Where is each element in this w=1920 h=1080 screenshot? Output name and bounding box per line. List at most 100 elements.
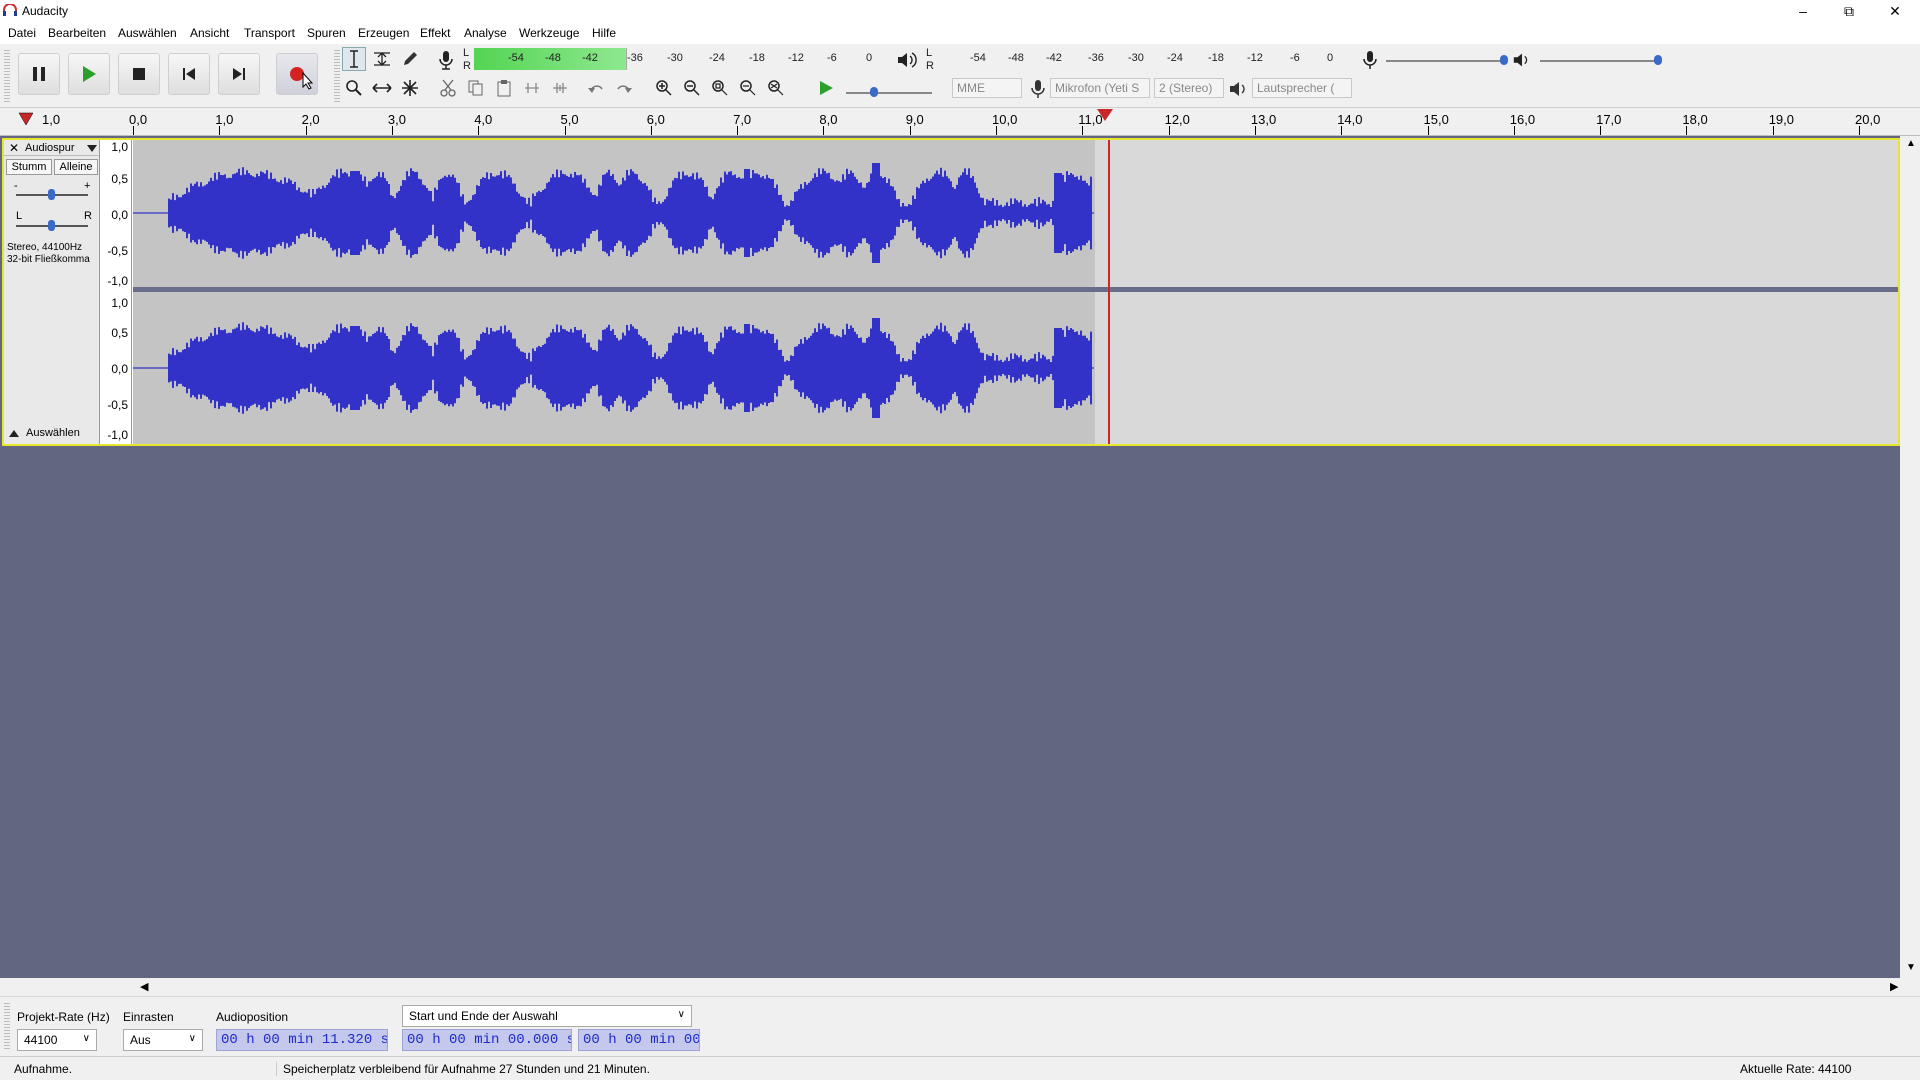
envelope-tool-button[interactable] xyxy=(370,47,394,71)
mute-button[interactable]: Stumm xyxy=(6,159,52,175)
draw-tool-button[interactable] xyxy=(398,47,422,71)
stop-button[interactable] xyxy=(118,53,160,95)
multi-tool-button[interactable] xyxy=(398,76,422,100)
silence-button[interactable] xyxy=(548,76,572,100)
skip-to-end-button[interactable] xyxy=(218,53,260,95)
scroll-right-icon[interactable]: ▶ xyxy=(1890,980,1898,993)
menu-transport[interactable]: Transport xyxy=(244,26,295,40)
fit-selection-button[interactable] xyxy=(708,76,732,100)
timeline-options-icon[interactable] xyxy=(18,112,34,126)
close-window-button[interactable]: ✕ xyxy=(1872,0,1918,22)
window-title: Audacity xyxy=(22,4,69,18)
timeline-ruler[interactable]: 1,0 0,0 1,0 2,0 3,0 4,0 5,0 6,0 7,0 8,0 9,0 10,0 11… xyxy=(0,108,1920,136)
fit-project-button[interactable] xyxy=(736,76,760,100)
menu-auswaehlen[interactable]: Auswählen xyxy=(118,26,177,40)
menu-ansicht[interactable]: Ansicht xyxy=(190,26,229,40)
double-arrow-icon xyxy=(372,83,392,93)
track-name-menu[interactable]: Audiospur xyxy=(25,142,75,154)
track-close-icon[interactable]: ✕ xyxy=(9,141,19,155)
menu-datei[interactable]: Datei xyxy=(8,26,36,40)
input-volume-thumb[interactable] xyxy=(1500,55,1508,65)
snap-select[interactable]: Aus ∨ xyxy=(123,1029,203,1051)
cut-button[interactable] xyxy=(436,76,460,100)
meter-tick: -54 xyxy=(508,52,524,64)
ruler-tick: 20,0 xyxy=(1855,112,1881,127)
menu-analyse[interactable]: Analyse xyxy=(464,26,507,40)
waveform-display[interactable] xyxy=(133,140,1898,444)
ruler-tick-mark xyxy=(1686,126,1688,135)
output-volume-thumb[interactable] xyxy=(1654,55,1662,65)
output-volume-slider[interactable] xyxy=(1540,60,1660,62)
track-select-button[interactable]: Auswählen xyxy=(6,426,90,442)
pause-icon xyxy=(33,67,45,81)
vertical-scrollbar[interactable]: ▲ ▼ xyxy=(1902,136,1920,978)
menu-effekt[interactable]: Effekt xyxy=(420,26,450,40)
scroll-left-icon[interactable]: ◀ xyxy=(140,980,148,993)
menu-bearbeiten[interactable]: Bearbeiten xyxy=(48,26,106,40)
menu-hilfe[interactable]: Hilfe xyxy=(592,26,616,40)
microphone-icon[interactable] xyxy=(437,50,455,70)
toolbar-grip[interactable] xyxy=(4,50,10,102)
trim-button[interactable] xyxy=(520,76,544,100)
ruler-tick: 17,0 xyxy=(1596,112,1622,127)
output-device-dropdown[interactable]: Lautsprecher ( xyxy=(1252,78,1352,98)
status-bar: Aufnahme. Speicherplatz verbleibend für … xyxy=(0,1056,1920,1080)
stop-icon xyxy=(133,68,145,80)
input-device-dropdown[interactable]: Mikrofon (Yeti S xyxy=(1050,78,1150,98)
toolbar-grip[interactable] xyxy=(334,50,340,102)
selection-tool-button[interactable] xyxy=(342,47,366,71)
zoom-out-button[interactable] xyxy=(680,76,704,100)
project-rate-select[interactable]: 44100 ∨ xyxy=(17,1029,97,1051)
track-menu-chevron-down-icon[interactable] xyxy=(87,145,97,152)
pan-slider-thumb[interactable] xyxy=(48,220,55,231)
copy-button[interactable] xyxy=(464,76,488,100)
zoom-toggle-button[interactable] xyxy=(764,76,788,100)
playhead-marker[interactable] xyxy=(1096,108,1114,122)
mouse-cursor-icon xyxy=(302,72,314,90)
zoom-in-button[interactable] xyxy=(652,76,676,100)
redo-button[interactable] xyxy=(612,76,636,100)
speaker-icon[interactable] xyxy=(896,50,918,70)
meter-tick: -12 xyxy=(788,52,804,64)
menu-erzeugen[interactable]: Erzeugen xyxy=(358,26,409,40)
undo-button[interactable] xyxy=(584,76,608,100)
restore-button[interactable]: ⧉ xyxy=(1826,0,1872,22)
scale-label: 0,0 xyxy=(111,208,128,222)
pause-button[interactable] xyxy=(18,53,60,95)
meter-left-channel-label: L xyxy=(926,47,933,59)
input-volume-slider[interactable] xyxy=(1386,60,1506,62)
play-button[interactable] xyxy=(68,53,110,95)
menu-werkzeuge[interactable]: Werkzeuge xyxy=(519,26,579,40)
menu-spuren[interactable]: Spuren xyxy=(307,26,346,40)
toolbar-grip[interactable] xyxy=(4,1003,10,1051)
scroll-up-icon[interactable]: ▲ xyxy=(1906,138,1916,149)
scroll-down-icon[interactable]: ▼ xyxy=(1906,962,1916,973)
playback-speed-thumb[interactable] xyxy=(870,87,878,97)
amplitude-scale[interactable]: 1,0 0,5 0,0 -0,5 -1,0 1,0 0,5 0,0 -0,5 -… xyxy=(100,140,132,444)
input-channels-dropdown[interactable]: 2 (Stereo) xyxy=(1154,78,1224,98)
paste-button[interactable] xyxy=(492,76,516,100)
audio-position-time[interactable]: 00 h 00 min 11.320 sec xyxy=(216,1029,388,1051)
skip-to-start-button[interactable] xyxy=(168,53,210,95)
gain-slider-thumb[interactable] xyxy=(48,189,55,200)
playback-speed-slider[interactable] xyxy=(846,92,932,94)
audio-host-dropdown[interactable]: MME xyxy=(952,78,1022,98)
pan-right-label: R xyxy=(84,210,92,222)
horizontal-scrollbar[interactable]: ◀ ▶ xyxy=(0,978,1920,996)
solo-button[interactable]: Alleine xyxy=(54,159,98,175)
minimize-button[interactable]: – xyxy=(1780,0,1826,22)
scissors-icon xyxy=(440,79,456,97)
play-at-speed-button[interactable] xyxy=(814,76,838,100)
selection-end-time[interactable]: 00 h 00 min 00.00 xyxy=(578,1029,700,1051)
zoom-tool-button[interactable] xyxy=(342,76,366,100)
time-shift-tool-button[interactable] xyxy=(370,76,394,100)
selection-mode-select[interactable]: Start und Ende der Auswahl ∨ xyxy=(402,1005,692,1027)
selection-toolbar: Projekt-Rate (Hz) 44100 ∨ Einrasten Aus … xyxy=(0,996,1920,1056)
selection-start-time[interactable]: 00 h 00 min 00.000 sec xyxy=(402,1029,572,1051)
meter-tick: -42 xyxy=(1046,52,1062,64)
title-bar: Audacity – ⧉ ✕ xyxy=(0,0,1920,22)
scale-label: 0,5 xyxy=(111,326,128,340)
meter-tick: -12 xyxy=(1247,52,1263,64)
menu-bar: Datei Bearbeiten Auswählen Ansicht Trans… xyxy=(0,22,1920,44)
audacity-logo-icon xyxy=(3,4,17,16)
